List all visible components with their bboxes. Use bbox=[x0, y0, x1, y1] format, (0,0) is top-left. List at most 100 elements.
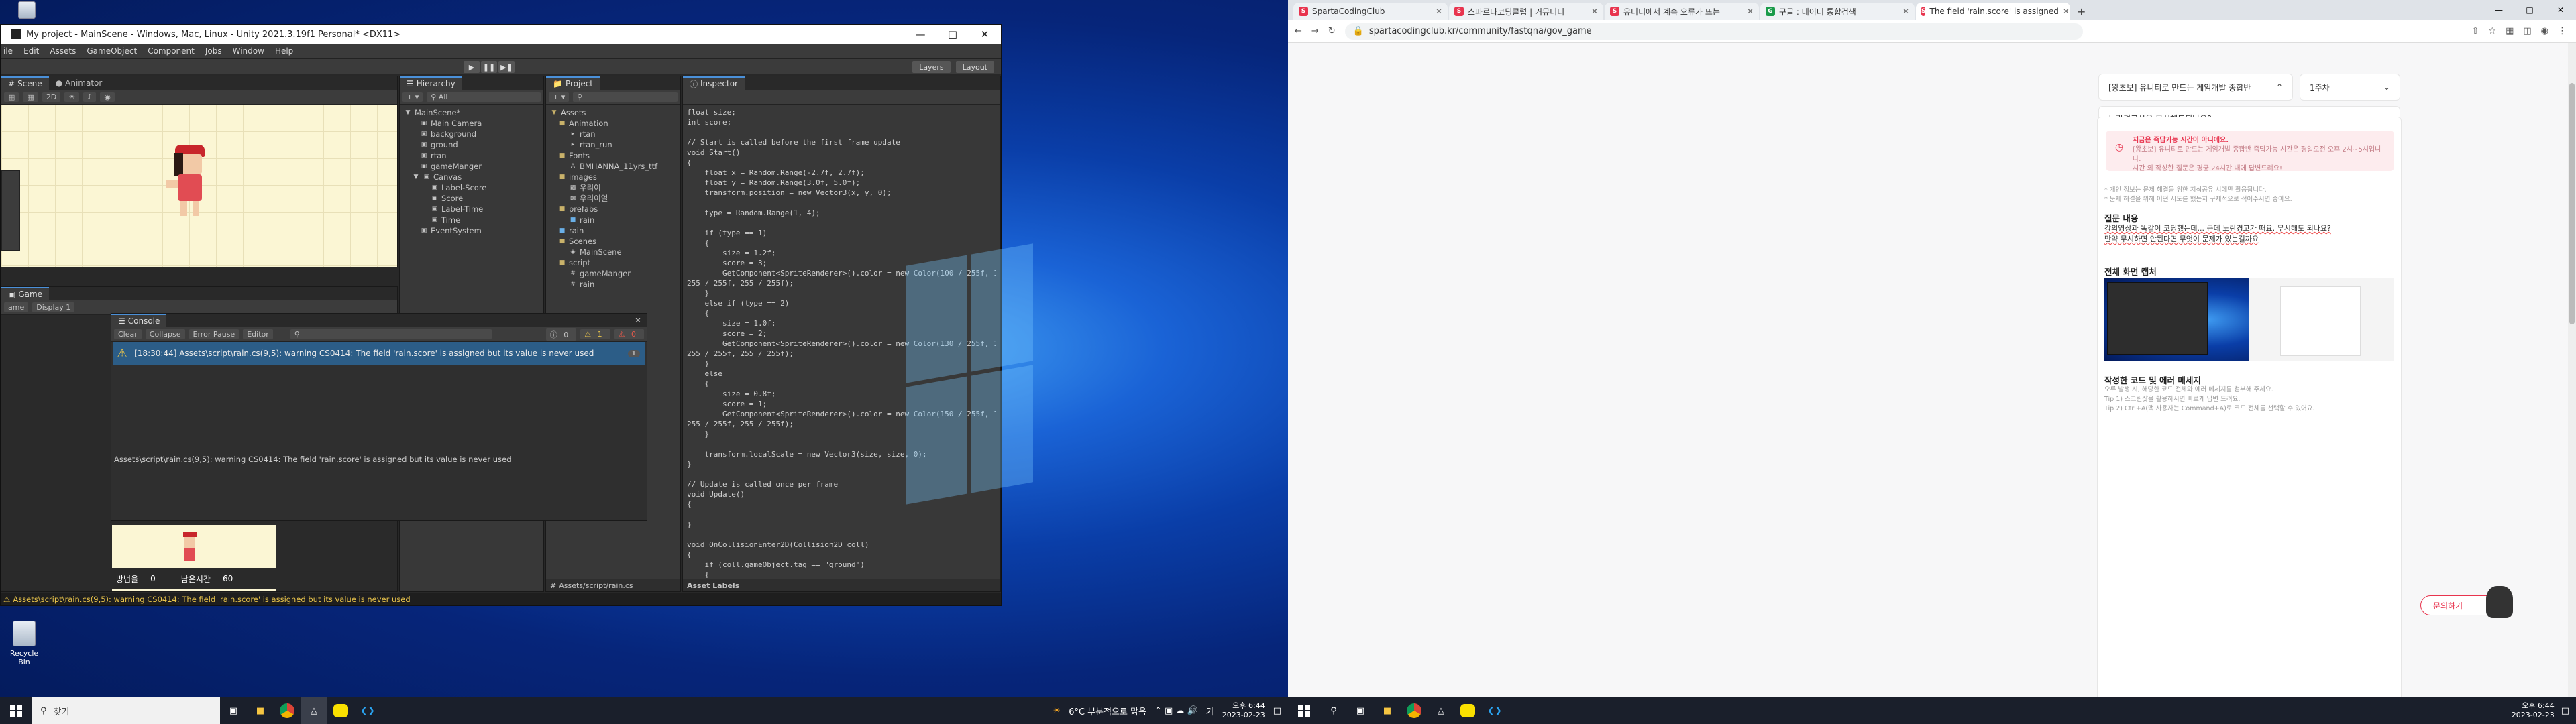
sidebar-icon[interactable]: ◫ bbox=[2523, 26, 2531, 36]
attached-screenshot[interactable] bbox=[2104, 278, 2394, 361]
unity-icon[interactable]: △ bbox=[1428, 697, 1454, 724]
menu-item[interactable]: Edit bbox=[23, 46, 39, 56]
project-search-input[interactable]: ⚲ bbox=[573, 92, 678, 102]
question-body[interactable]: 강의영상과 똑같이 코딩했는데... 근데 노란경고가 떠요. 무시해도 되나요… bbox=[2104, 223, 2393, 245]
add-icon[interactable]: + ▾ bbox=[402, 92, 423, 102]
hierarchy-item[interactable]: ▣ Time bbox=[404, 215, 543, 225]
back-icon[interactable]: ← bbox=[1295, 26, 1302, 36]
layout-dropdown[interactable]: Layout bbox=[955, 61, 994, 73]
profile-icon[interactable]: ◉ bbox=[2541, 26, 2548, 36]
kakaotalk-icon[interactable] bbox=[1454, 697, 1481, 724]
browser-tab[interactable]: S 유니티에서 계속 오류가 뜨는 ✕ bbox=[1605, 3, 1759, 20]
project-item[interactable]: ▼ Assets bbox=[550, 107, 680, 118]
extensions-icon[interactable]: ▦ bbox=[2506, 26, 2514, 36]
warning-count[interactable]: ⚠ 1 bbox=[580, 329, 610, 339]
close-icon[interactable]: ✕ bbox=[2545, 0, 2576, 20]
tool-icon[interactable]: ♪ bbox=[83, 92, 97, 102]
vscode-icon[interactable]: ❮❯ bbox=[354, 697, 381, 724]
tray-icons[interactable]: ⌃ ▣ ☁ 🔊 bbox=[1155, 706, 1198, 716]
clock-time[interactable]: 오후 6:44 bbox=[1232, 701, 1265, 711]
project-item[interactable]: ■ Fonts bbox=[550, 150, 680, 161]
address-bar[interactable]: 🔒 spartacodingclub.kr/community/fastqna/g… bbox=[1344, 23, 2083, 40]
display-dropdown[interactable]: Display 1 bbox=[32, 302, 75, 312]
task-view-icon[interactable]: ▣ bbox=[1347, 697, 1374, 724]
hierarchy-item[interactable]: ▣ rtan bbox=[404, 150, 543, 161]
close-tab-icon[interactable]: ✕ bbox=[1436, 7, 1442, 16]
close-icon[interactable]: ✕ bbox=[629, 314, 647, 327]
collapse-button[interactable]: Collapse bbox=[145, 329, 185, 339]
menu-item[interactable]: Window bbox=[233, 46, 264, 56]
notification-icon[interactable]: □ bbox=[2561, 706, 2569, 716]
hierarchy-item[interactable]: ▣ gameManger bbox=[404, 161, 543, 172]
project-item[interactable]: # gameManger bbox=[550, 268, 680, 279]
project-item[interactable]: ■ Animation bbox=[550, 118, 680, 129]
menu-item[interactable]: Assets bbox=[50, 46, 76, 56]
play-icon[interactable]: ▶ bbox=[464, 61, 480, 73]
browser-tab[interactable]: S 스파르타코딩클럽 | 커뮤니티 ✕ bbox=[1449, 3, 1603, 20]
tool-icon[interactable]: ◉ bbox=[100, 92, 115, 102]
tool-icon[interactable]: ☀ bbox=[64, 92, 80, 102]
menu-item[interactable]: GameObject bbox=[87, 46, 137, 56]
start-icon[interactable] bbox=[1288, 697, 1320, 724]
project-item[interactable]: ■ rain bbox=[550, 225, 680, 236]
hierarchy-item[interactable]: ▣ background bbox=[404, 129, 543, 139]
chrome-icon[interactable] bbox=[1401, 697, 1428, 724]
add-icon[interactable]: + ▾ bbox=[549, 92, 570, 102]
editor-dropdown[interactable]: Editor bbox=[243, 329, 273, 339]
weather-text[interactable]: 6°C 부분적으로 맑음 bbox=[1069, 705, 1146, 717]
tab-project[interactable]: 📁 Project bbox=[546, 76, 600, 90]
close-tab-icon[interactable]: ✕ bbox=[2063, 7, 2070, 16]
taskbar-search[interactable]: ⚲ 찾기 bbox=[32, 697, 220, 724]
bookmark-star-icon[interactable]: ☆ bbox=[2488, 26, 2496, 36]
close-tab-icon[interactable]: ✕ bbox=[1747, 7, 1754, 16]
tool-icon[interactable]: 2D bbox=[42, 92, 61, 102]
explorer-icon[interactable]: ■ bbox=[247, 697, 274, 724]
tab-animator[interactable]: ● Animator bbox=[49, 76, 109, 90]
maximize-icon[interactable]: □ bbox=[936, 25, 969, 44]
tool-icon[interactable]: ▦ bbox=[4, 92, 19, 102]
minimize-icon[interactable]: — bbox=[904, 25, 936, 44]
error-pause-button[interactable]: Error Pause bbox=[189, 329, 239, 339]
tab-hierarchy[interactable]: ☰ Hierarchy bbox=[400, 76, 462, 90]
project-item[interactable]: ■ rain bbox=[550, 215, 680, 225]
desktop-icon-recycle-bin-bottom[interactable]: Recycle Bin bbox=[4, 615, 44, 672]
step-icon[interactable]: ▶❚ bbox=[498, 61, 515, 73]
scene-panel[interactable]: # Scene ● Animator ▦ ▦ 2D ☀ ♪ ◉ bbox=[1, 76, 398, 267]
hierarchy-item[interactable]: ▣ Score bbox=[404, 193, 543, 204]
browser-tab[interactable]: S SpartaCodingClub ✕ bbox=[1293, 3, 1448, 20]
menu-item[interactable]: Help bbox=[275, 46, 293, 56]
kakaotalk-icon[interactable] bbox=[327, 697, 354, 724]
scene-viewport[interactable] bbox=[1, 105, 397, 267]
search-icon[interactable]: ⚲ bbox=[1320, 697, 1347, 724]
project-item[interactable]: ▩ 우리이얼 bbox=[550, 193, 680, 204]
share-icon[interactable]: ⇧ bbox=[2472, 26, 2479, 36]
course-select[interactable]: [왕초보] 유니티로 만드는 게임개발 종합반 ⌃ bbox=[2098, 74, 2293, 101]
project-item[interactable]: ■ prefabs bbox=[550, 204, 680, 215]
pause-icon[interactable]: ❚❚ bbox=[481, 61, 497, 73]
ime-indicator[interactable]: 가 bbox=[1206, 705, 1214, 717]
maximize-icon[interactable]: □ bbox=[2514, 0, 2545, 20]
week-select[interactable]: 1주차 ⌄ bbox=[2300, 74, 2400, 101]
chrome-window[interactable]: S SpartaCodingClub ✕ S 스파르타코딩클럽 | 커뮤니티 ✕ S 유니… bbox=[1288, 0, 2576, 697]
notification-icon[interactable]: □ bbox=[1273, 706, 1281, 716]
project-item[interactable]: # rain bbox=[550, 279, 680, 290]
explorer-icon[interactable]: ■ bbox=[1374, 697, 1401, 724]
vscode-icon[interactable]: ❮❯ bbox=[1481, 697, 1508, 724]
desktop-icon-recycle-bin[interactable] bbox=[7, 0, 47, 20]
close-tab-icon[interactable]: ✕ bbox=[1902, 7, 1909, 16]
hierarchy-item[interactable]: ▣ Main Camera bbox=[404, 118, 543, 129]
project-item[interactable]: ▩ 우리이 bbox=[550, 182, 680, 193]
project-item[interactable]: ■ images bbox=[550, 172, 680, 182]
project-item[interactable]: ■ script bbox=[550, 257, 680, 268]
console-row[interactable]: ⚠ [18:30:44] Assets\script\rain.cs(9,5):… bbox=[113, 342, 645, 365]
hierarchy-item[interactable]: ▣ Label-Time bbox=[404, 204, 543, 215]
hierarchy-item[interactable]: ▣ ground bbox=[404, 139, 543, 150]
browser-tab-active[interactable]: S The field 'rain.score' is assigned ✕ bbox=[1916, 3, 2070, 20]
layers-dropdown[interactable]: Layers bbox=[912, 61, 951, 73]
close-tab-icon[interactable]: ✕ bbox=[1591, 7, 1598, 16]
character-sprite[interactable] bbox=[166, 145, 213, 219]
tab-game[interactable]: ▣ Game bbox=[1, 287, 50, 300]
unity-titlebar[interactable]: My project - MainScene - Windows, Mac, L… bbox=[1, 25, 1001, 44]
forward-icon[interactable]: → bbox=[1311, 26, 1319, 36]
tab-inspector[interactable]: ⓘ Inspector bbox=[683, 76, 745, 90]
